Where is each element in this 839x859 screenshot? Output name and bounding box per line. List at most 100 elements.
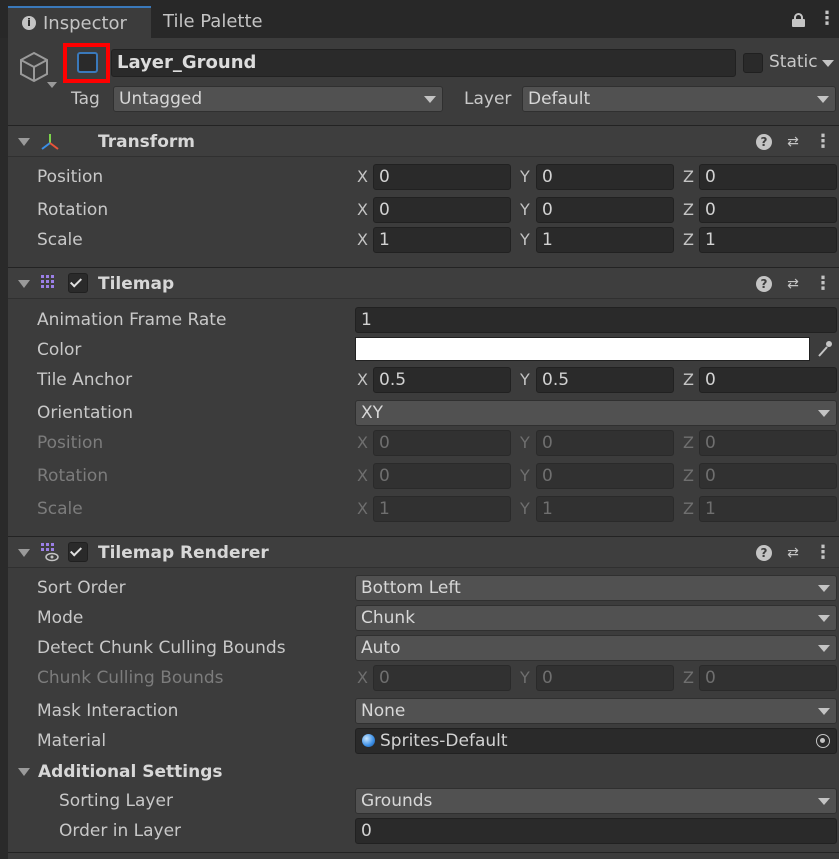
transform-rotation-x[interactable]: 0 bbox=[373, 197, 511, 223]
axis-y-label[interactable]: Y bbox=[520, 228, 530, 252]
tilemap-rotation-z: 0 bbox=[699, 463, 837, 489]
static-dropdown-arrow[interactable] bbox=[822, 60, 834, 67]
order-in-layer-label: Order in Layer bbox=[59, 821, 182, 841]
tile-anchor-y[interactable]: 0.5 bbox=[536, 367, 674, 393]
axis-z-label[interactable]: Z bbox=[683, 198, 694, 222]
axis-x-label: X bbox=[357, 433, 368, 452]
info-icon: i bbox=[22, 16, 36, 30]
tilemap-renderer-icon bbox=[40, 542, 60, 562]
axis-x-label[interactable]: X bbox=[357, 368, 368, 392]
sorting-layer-dropdown[interactable]: Grounds bbox=[355, 788, 837, 814]
layer-dropdown[interactable]: Default bbox=[522, 86, 836, 112]
tab-bar: i Inspector Tile Palette ⋮ bbox=[0, 0, 839, 38]
color-swatch[interactable] bbox=[355, 337, 810, 361]
orientation-dropdown[interactable]: XY bbox=[355, 400, 837, 426]
transform-position-z[interactable]: 0 bbox=[699, 164, 837, 190]
chevron-down-icon bbox=[818, 410, 830, 417]
transform-position-x[interactable]: 0 bbox=[373, 164, 511, 190]
sort-order-value: Bottom Left bbox=[361, 578, 461, 598]
tilemap-enabled-checkbox[interactable] bbox=[68, 273, 88, 293]
foldout-arrow-icon[interactable] bbox=[18, 280, 30, 288]
presets-icon[interactable]: ⇄ bbox=[784, 544, 802, 562]
axis-x-label[interactable]: X bbox=[357, 198, 368, 222]
animation-frame-rate-field[interactable]: 1 bbox=[355, 307, 837, 333]
help-icon[interactable]: ? bbox=[756, 545, 772, 561]
detect-chunk-culling-bounds-value: Auto bbox=[361, 638, 401, 658]
tilemap-scale-label: Scale bbox=[37, 499, 83, 519]
axis-z-label[interactable]: Z bbox=[683, 165, 694, 189]
tag-value: Untagged bbox=[119, 89, 203, 109]
detect-chunk-culling-bounds-dropdown[interactable]: Auto bbox=[355, 635, 837, 661]
axis-x-label[interactable]: X bbox=[357, 228, 368, 252]
static-checkbox[interactable] bbox=[743, 53, 763, 73]
transform-header[interactable]: Transform ? ⇄ ⋮ bbox=[8, 125, 839, 157]
chevron-down-icon bbox=[818, 615, 830, 622]
tilemap-header[interactable]: Tilemap ? ⇄ ⋮ bbox=[8, 267, 839, 299]
tile-anchor-x[interactable]: 0.5 bbox=[373, 367, 511, 393]
mask-interaction-value: None bbox=[361, 701, 406, 721]
axis-y-label[interactable]: Y bbox=[520, 165, 530, 189]
lock-icon[interactable] bbox=[792, 13, 805, 27]
mask-interaction-dropdown[interactable]: None bbox=[355, 698, 837, 724]
material-value: Sprites-Default bbox=[380, 731, 508, 751]
tab-tile-palette-label: Tile Palette bbox=[163, 11, 263, 32]
tilemap-renderer-enabled-checkbox[interactable] bbox=[68, 542, 88, 562]
presets-icon[interactable]: ⇄ bbox=[784, 275, 802, 293]
transform-scale-y[interactable]: 1 bbox=[536, 227, 674, 253]
tilemap-position-label: Position bbox=[37, 433, 104, 453]
kebab-menu-icon[interactable]: ⋮ bbox=[814, 133, 832, 151]
help-icon[interactable]: ? bbox=[756, 276, 772, 292]
active-toggle-checkbox[interactable] bbox=[77, 52, 98, 73]
axis-x-label[interactable]: X bbox=[357, 165, 368, 189]
tilemap-scale-x: 1 bbox=[373, 496, 511, 522]
kebab-menu-icon[interactable]: ⋮ bbox=[814, 275, 832, 293]
axis-z-label: Z bbox=[683, 466, 694, 485]
left-edge bbox=[0, 38, 8, 859]
foldout-arrow-icon[interactable] bbox=[18, 138, 30, 146]
icon-dropdown-arrow[interactable] bbox=[47, 82, 57, 88]
color-label: Color bbox=[37, 340, 82, 360]
tile-anchor-label: Tile Anchor bbox=[37, 370, 133, 390]
transform-rotation-label: Rotation bbox=[37, 200, 109, 220]
kebab-menu-icon[interactable]: ⋮ bbox=[818, 8, 836, 30]
eyedropper-icon[interactable] bbox=[812, 337, 837, 361]
mode-dropdown[interactable]: Chunk bbox=[355, 605, 837, 631]
sort-order-dropdown[interactable]: Bottom Left bbox=[355, 575, 837, 601]
material-field[interactable]: Sprites-Default bbox=[355, 728, 837, 754]
tab-inspector[interactable]: i Inspector bbox=[8, 6, 151, 38]
tab-tile-palette[interactable]: Tile Palette bbox=[163, 6, 263, 38]
additional-settings-label[interactable]: Additional Settings bbox=[38, 760, 223, 784]
tilemap-grid-icon bbox=[40, 274, 58, 292]
tilemap-rotation-y: 0 bbox=[536, 463, 674, 489]
object-picker-icon[interactable] bbox=[816, 734, 830, 748]
tile-anchor-z[interactable]: 0 bbox=[699, 367, 837, 393]
transform-scale-z[interactable]: 1 bbox=[699, 227, 837, 253]
transform-rotation-y[interactable]: 0 bbox=[536, 197, 674, 223]
axis-z-label[interactable]: Z bbox=[683, 228, 694, 252]
static-label[interactable]: Static bbox=[769, 50, 818, 74]
axis-y-label[interactable]: Y bbox=[520, 198, 530, 222]
foldout-arrow-icon[interactable] bbox=[18, 549, 30, 557]
transform-rotation-z[interactable]: 0 bbox=[699, 197, 837, 223]
axis-z-label[interactable]: Z bbox=[683, 368, 694, 392]
transform-position-y[interactable]: 0 bbox=[536, 164, 674, 190]
transform-scale-x[interactable]: 1 bbox=[373, 227, 511, 253]
axis-x-label: X bbox=[357, 499, 368, 518]
tilemap-scale-y: 1 bbox=[536, 496, 674, 522]
axis-y-label[interactable]: Y bbox=[520, 368, 530, 392]
orientation-label: Orientation bbox=[37, 403, 133, 423]
tilemap-renderer-header[interactable]: Tilemap Renderer ? ⇄ ⋮ bbox=[8, 536, 839, 568]
transform-title: Transform bbox=[98, 132, 195, 152]
kebab-menu-icon[interactable]: ⋮ bbox=[814, 544, 832, 562]
axis-x-label: X bbox=[357, 466, 368, 485]
material-label: Material bbox=[37, 731, 107, 751]
order-in-layer-field[interactable]: 0 bbox=[355, 818, 837, 844]
chevron-down-icon bbox=[818, 798, 830, 805]
axis-y-label: Y bbox=[520, 433, 530, 452]
help-icon[interactable]: ? bbox=[756, 134, 772, 150]
additional-settings-foldout-icon[interactable] bbox=[18, 768, 30, 776]
tag-dropdown[interactable]: Untagged bbox=[113, 86, 443, 112]
object-name-field[interactable]: Layer_Ground bbox=[111, 49, 736, 77]
presets-icon[interactable]: ⇄ bbox=[784, 133, 802, 151]
gameobject-cube-icon[interactable] bbox=[18, 50, 50, 84]
